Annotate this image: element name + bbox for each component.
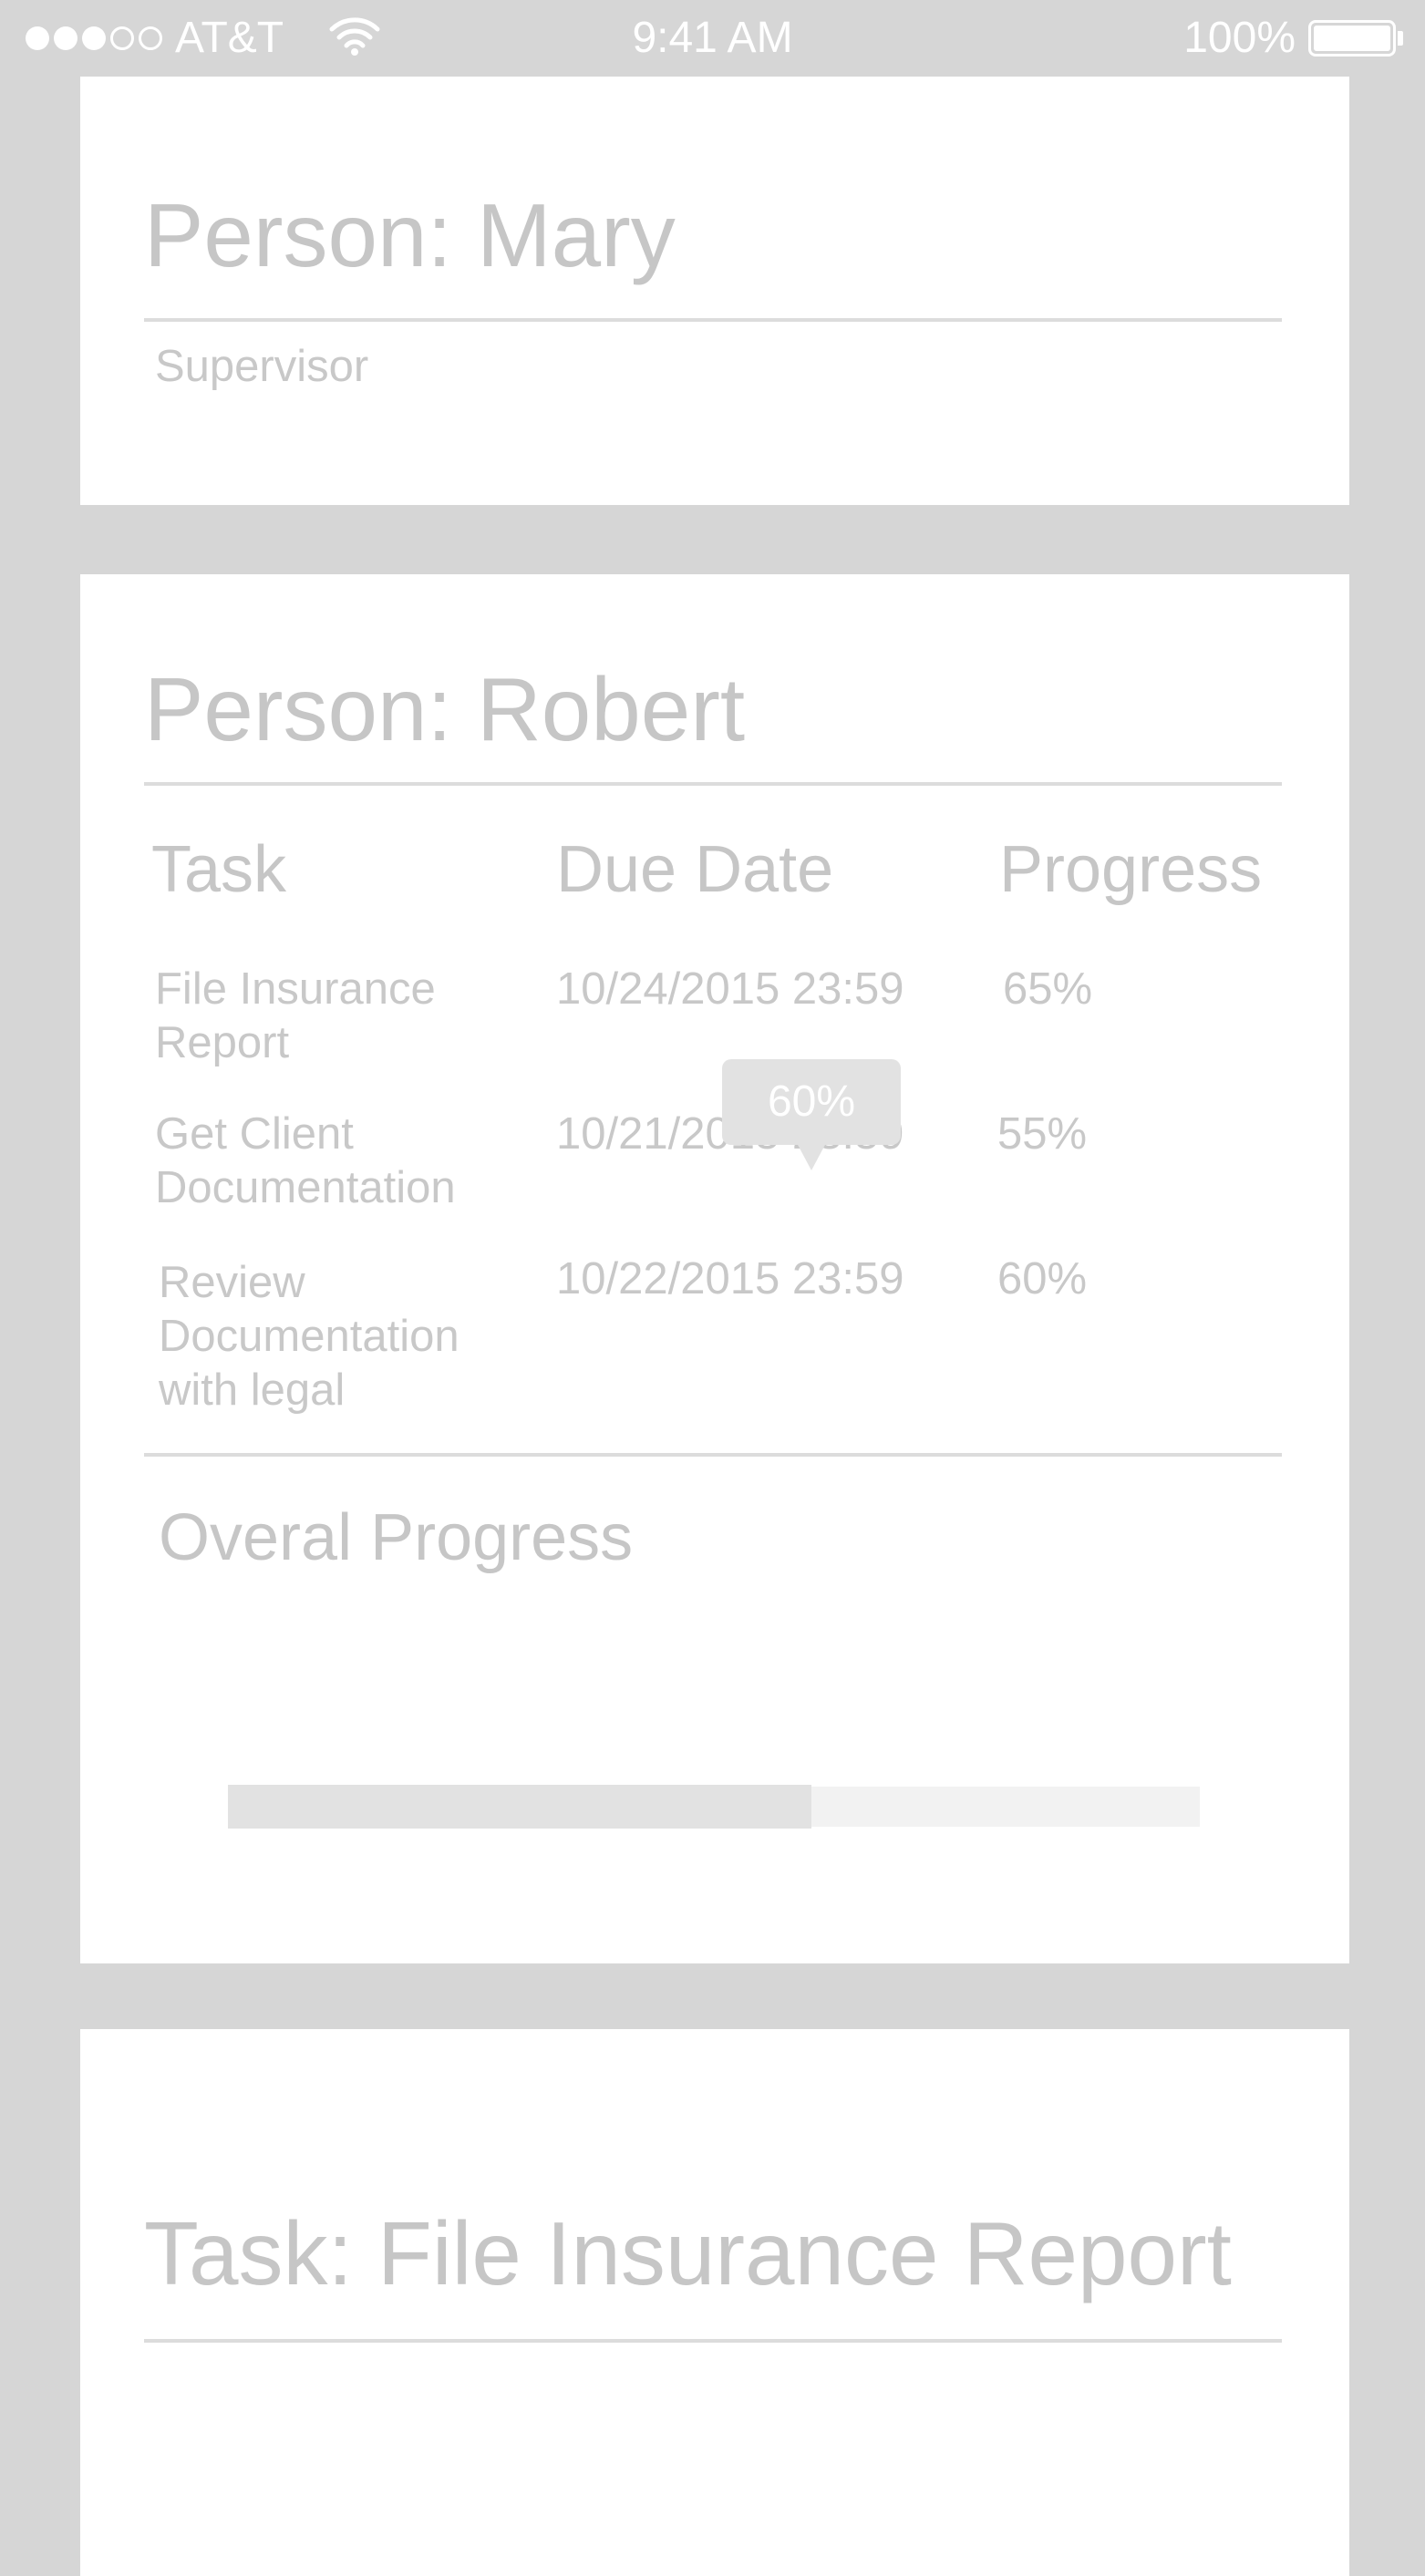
task-name: File Insurance Report [155, 964, 436, 1067]
battery-percent: 100% [1183, 14, 1296, 62]
card-title-name: Mary [476, 185, 676, 285]
status-right: 100% [1183, 13, 1403, 63]
progress-tooltip-tail [797, 1143, 826, 1170]
task-progress: 65% [1003, 964, 1093, 1014]
card-title-name: File Insurance Report [377, 2203, 1232, 2303]
card-title-label: Person: [144, 185, 452, 285]
column-header-task: Task [151, 833, 287, 906]
card-title: Person: Robert [144, 658, 745, 761]
title-divider [144, 2339, 1282, 2343]
card-title: Person: Mary [144, 184, 676, 287]
overall-progress-fill [228, 1785, 811, 1829]
overall-progress-label: Overal Progress [159, 1501, 634, 1574]
task-progress: 55% [997, 1109, 1088, 1159]
title-divider [144, 318, 1282, 322]
task-progress: 60% [997, 1254, 1088, 1303]
task-name: Get Client Documentation [155, 1109, 456, 1212]
card-title-label: Task: [144, 2203, 353, 2303]
column-header-due-date: Due Date [556, 833, 834, 906]
card-title-name: Robert [476, 659, 746, 759]
card-title-label: Person: [144, 659, 452, 759]
battery-icon [1308, 19, 1403, 57]
person-card-robert[interactable]: Person: Robert Task Due Date Progress Fi… [80, 574, 1349, 1963]
progress-tooltip: 60% [722, 1059, 901, 1145]
card-title: Task: File Insurance Report [144, 2202, 1232, 2305]
status-bar: AT&T 9:41 AM 100% [0, 0, 1425, 75]
task-name: Review Documentation with legal [159, 1258, 460, 1415]
column-header-progress: Progress [999, 833, 1263, 906]
task-card[interactable]: Task: File Insurance Report [80, 2029, 1349, 2576]
overall-progress-bar[interactable] [228, 1785, 1200, 1829]
task-due-date: 10/24/2015 23:59 [556, 964, 904, 1014]
person-card-mary[interactable]: Person: Mary Supervisor [80, 77, 1349, 505]
person-role: Supervisor [155, 342, 369, 391]
table-divider [144, 1453, 1282, 1457]
title-divider [144, 782, 1282, 786]
task-due-date: 10/22/2015 23:59 [556, 1254, 904, 1303]
